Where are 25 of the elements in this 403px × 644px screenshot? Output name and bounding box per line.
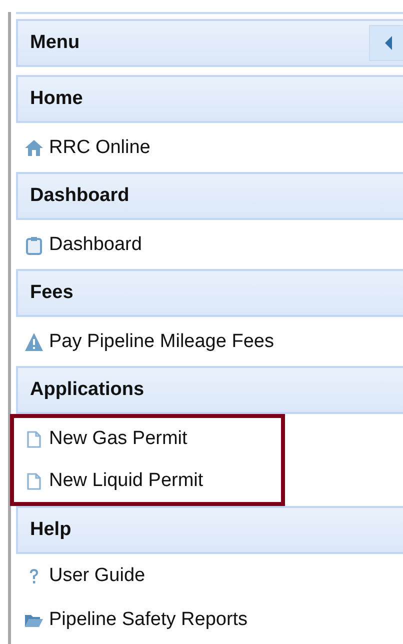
section-title: Fees xyxy=(30,282,74,304)
menu-link[interactable]: User Guide xyxy=(16,554,146,598)
section-header[interactable]: Help xyxy=(16,506,403,554)
menu-link[interactable]: Dashboard xyxy=(16,220,142,269)
section-title: Dashboard xyxy=(30,185,130,207)
section-header[interactable]: Applications xyxy=(16,366,403,414)
menu-link[interactable]: RRC Online xyxy=(16,123,150,172)
menu-link[interactable]: Pay Pipeline Mileage Fees xyxy=(16,317,274,366)
collapse-button[interactable] xyxy=(369,25,403,61)
clipboard-icon xyxy=(24,234,44,254)
menu-link[interactable]: Pipeline Safety Reports xyxy=(16,598,248,642)
section-header[interactable]: Fees xyxy=(16,269,403,317)
warning-icon xyxy=(24,332,44,352)
menu-title: Menu xyxy=(30,32,80,54)
section-header[interactable]: Home xyxy=(16,75,403,123)
menu-link[interactable]: New Liquid Permit xyxy=(16,460,204,502)
section-header[interactable]: Dashboard xyxy=(16,172,403,220)
document-icon xyxy=(24,429,44,449)
menu-link[interactable]: New Gas Permit xyxy=(16,418,188,460)
left-arrow-icon xyxy=(384,36,394,50)
section-title: Home xyxy=(30,88,83,110)
section-title: Applications xyxy=(30,379,144,401)
house-icon xyxy=(24,138,44,158)
section-title: Help xyxy=(30,519,72,541)
document-icon xyxy=(24,471,44,491)
